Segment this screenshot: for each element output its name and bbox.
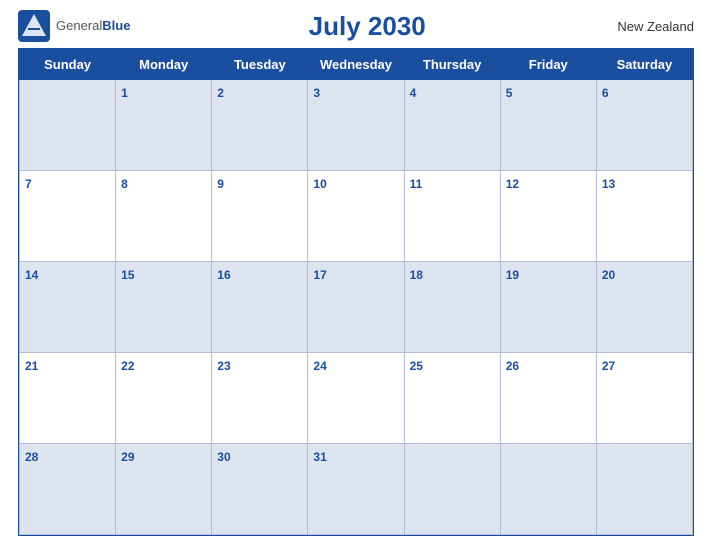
day-number: 2: [217, 86, 224, 100]
day-number: 31: [313, 450, 326, 464]
calendar: Sunday Monday Tuesday Wednesday Thursday…: [18, 48, 694, 536]
calendar-week-1: 1 2 3 4 5 6: [20, 80, 693, 171]
logo: GeneralBlue: [18, 10, 130, 42]
calendar-cell: 25: [404, 353, 500, 444]
day-number: 21: [25, 359, 38, 373]
header: GeneralBlue July 2030 New Zealand: [0, 0, 712, 48]
calendar-cell: [20, 80, 116, 171]
day-number: 3: [313, 86, 320, 100]
calendar-cell: 28: [20, 444, 116, 535]
day-number: 12: [506, 177, 519, 191]
calendar-cell: 11: [404, 171, 500, 262]
generalblue-icon: [18, 10, 50, 42]
calendar-cell: 10: [308, 171, 404, 262]
calendar-cell: 13: [596, 171, 692, 262]
day-number: 6: [602, 86, 609, 100]
calendar-cell: 3: [308, 80, 404, 171]
day-number: 9: [217, 177, 224, 191]
calendar-cell: 15: [116, 262, 212, 353]
calendar-week-5: 28 29 30 31: [20, 444, 693, 535]
day-number: 30: [217, 450, 230, 464]
calendar-cell: 6: [596, 80, 692, 171]
country-label: New Zealand: [604, 19, 694, 34]
day-number: 11: [410, 177, 423, 191]
calendar-cell: 7: [20, 171, 116, 262]
page: GeneralBlue July 2030 New Zealand Sunday…: [0, 0, 712, 550]
calendar-cell: 23: [212, 353, 308, 444]
calendar-cell: [500, 444, 596, 535]
day-number: 22: [121, 359, 134, 373]
calendar-title: July 2030: [130, 11, 604, 42]
calendar-cell: 29: [116, 444, 212, 535]
calendar-week-3: 14 15 16 17 18 19 20: [20, 262, 693, 353]
day-number: 1: [121, 86, 128, 100]
header-monday: Monday: [116, 50, 212, 80]
day-number: 5: [506, 86, 513, 100]
day-number: 24: [313, 359, 326, 373]
calendar-cell: [596, 444, 692, 535]
calendar-cell: 9: [212, 171, 308, 262]
header-thursday: Thursday: [404, 50, 500, 80]
calendar-cell: 8: [116, 171, 212, 262]
calendar-cell: 17: [308, 262, 404, 353]
calendar-cell: 12: [500, 171, 596, 262]
day-number: 14: [25, 268, 38, 282]
calendar-cell: 18: [404, 262, 500, 353]
day-number: 25: [410, 359, 423, 373]
calendar-cell: 22: [116, 353, 212, 444]
weekday-header-row: Sunday Monday Tuesday Wednesday Thursday…: [20, 50, 693, 80]
header-sunday: Sunday: [20, 50, 116, 80]
calendar-cell: 4: [404, 80, 500, 171]
calendar-cell: 5: [500, 80, 596, 171]
calendar-cell: 27: [596, 353, 692, 444]
calendar-cell: [404, 444, 500, 535]
day-number: 15: [121, 268, 134, 282]
day-number: 19: [506, 268, 519, 282]
logo-blue: Blue: [102, 18, 130, 33]
calendar-cell: 21: [20, 353, 116, 444]
day-number: 28: [25, 450, 38, 464]
day-number: 29: [121, 450, 134, 464]
calendar-cell: 20: [596, 262, 692, 353]
calendar-body: 1234567891011121314151617181920212223242…: [20, 80, 693, 535]
day-number: 4: [410, 86, 417, 100]
day-number: 20: [602, 268, 615, 282]
day-number: 26: [506, 359, 519, 373]
day-number: 8: [121, 177, 128, 191]
day-number: 10: [313, 177, 326, 191]
calendar-week-4: 21 22 23 24 25 26 27: [20, 353, 693, 444]
calendar-week-2: 7 8 9 10 11 12 13: [20, 171, 693, 262]
header-wednesday: Wednesday: [308, 50, 404, 80]
calendar-cell: 1: [116, 80, 212, 171]
day-number: 13: [602, 177, 615, 191]
calendar-cell: 24: [308, 353, 404, 444]
calendar-cell: 30: [212, 444, 308, 535]
calendar-cell: 26: [500, 353, 596, 444]
calendar-cell: 16: [212, 262, 308, 353]
header-saturday: Saturday: [596, 50, 692, 80]
calendar-table: Sunday Monday Tuesday Wednesday Thursday…: [19, 49, 693, 535]
calendar-cell: 14: [20, 262, 116, 353]
header-tuesday: Tuesday: [212, 50, 308, 80]
day-number: 7: [25, 177, 32, 191]
day-number: 16: [217, 268, 230, 282]
calendar-cell: 31: [308, 444, 404, 535]
day-number: 23: [217, 359, 230, 373]
day-number: 18: [410, 268, 423, 282]
header-friday: Friday: [500, 50, 596, 80]
calendar-cell: 2: [212, 80, 308, 171]
day-number: 27: [602, 359, 615, 373]
logo-text: GeneralBlue: [56, 17, 130, 35]
day-number: 17: [313, 268, 326, 282]
logo-general: General: [56, 18, 102, 33]
calendar-cell: 19: [500, 262, 596, 353]
